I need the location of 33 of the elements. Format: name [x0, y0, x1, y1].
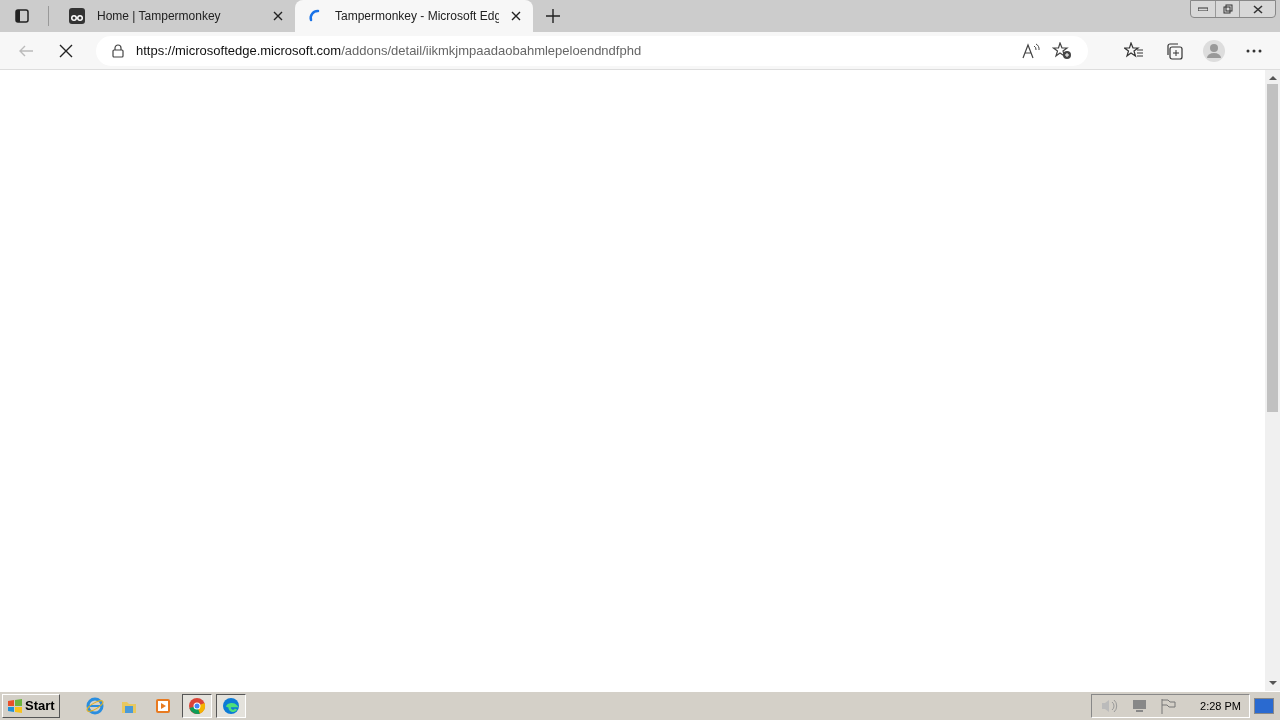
close-icon: [1252, 4, 1263, 14]
edge-icon: [221, 697, 240, 715]
globe-e-icon: [85, 697, 104, 715]
start-button[interactable]: Start: [2, 694, 60, 718]
windows-logo-icon: [7, 699, 23, 713]
scroll-thumb[interactable]: [1267, 84, 1278, 412]
taskbar-app-button[interactable]: [181, 694, 212, 718]
taskbar-app-button[interactable]: [215, 694, 246, 718]
close-icon: [59, 43, 73, 58]
tab-panel-icon: [14, 8, 30, 24]
play-icon: [153, 697, 172, 715]
close-icon[interactable]: [273, 11, 283, 21]
url-text: https://microsoftedge.microsoft.com/addons/detail/iikmkjmpaadaobahmlepeloendndfphd: [136, 41, 643, 60]
avatar-icon: [1203, 39, 1225, 62]
tab-title: Home | Tampermonkey: [97, 8, 222, 25]
collections-icon: [1165, 41, 1183, 60]
more-icon: [1246, 48, 1262, 53]
clock-text: 2:28 PM: [1200, 698, 1241, 714]
browser-tab[interactable]: Home | Tampermonkey: [57, 0, 295, 32]
flag-icon[interactable]: [1160, 698, 1177, 714]
star-add-icon[interactable]: [1052, 41, 1072, 60]
read-aloud-icon[interactable]: [1022, 42, 1040, 59]
restore-icon: [1222, 4, 1233, 14]
monkey-logo-icon: [69, 8, 85, 24]
plus-icon: [546, 9, 560, 23]
network-icon[interactable]: [1130, 698, 1149, 714]
star-list-icon: [1124, 41, 1144, 60]
chrome-icon: [187, 697, 206, 715]
close-icon[interactable]: [511, 11, 521, 21]
minimize-icon: [1198, 7, 1208, 11]
lock-icon: [112, 43, 124, 58]
address-bar[interactable]: https://microsoftedge.microsoft.com/addons/detail/iikmkjmpaadaobahmlepeloendndfphd: [96, 35, 1088, 66]
scrollbar[interactable]: [1265, 70, 1280, 691]
